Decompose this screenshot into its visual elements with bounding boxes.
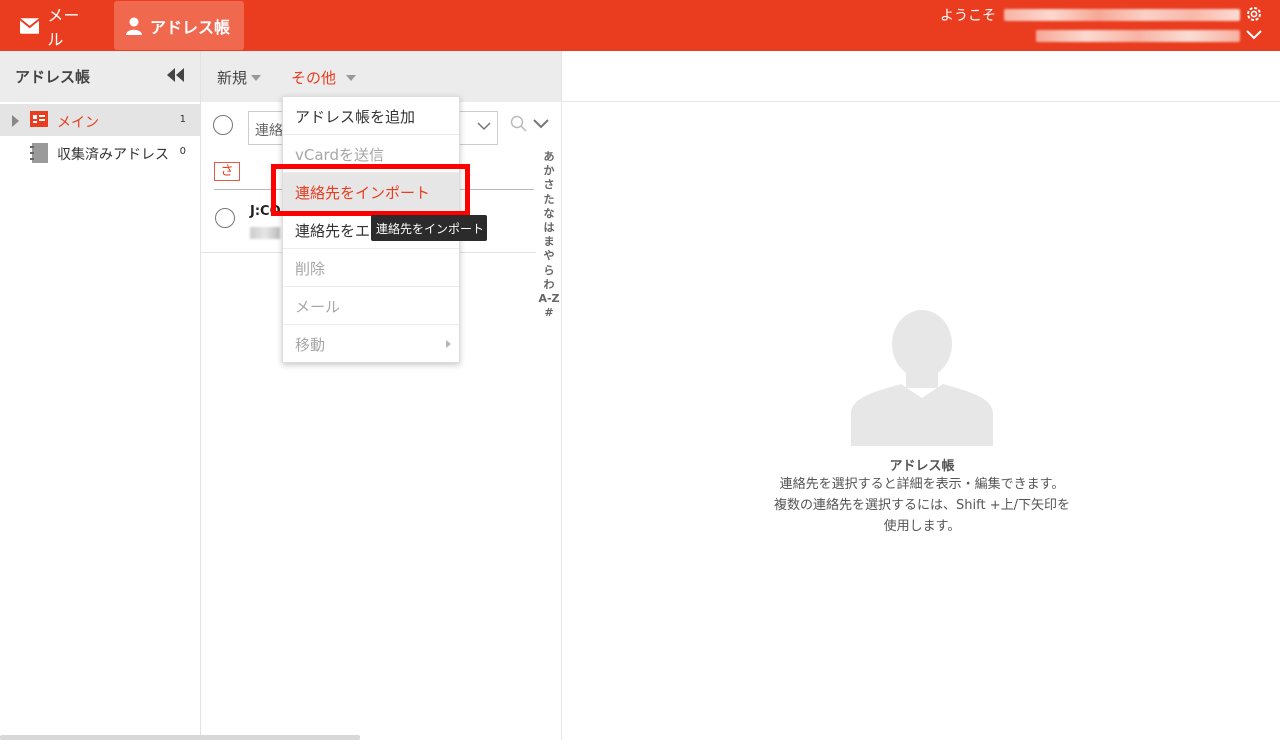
other-button[interactable]: その他 — [291, 67, 357, 88]
envelope-icon — [20, 17, 40, 34]
caret-down-icon — [346, 74, 357, 81]
welcome-text: ようこそ — [940, 5, 1240, 25]
alpha-index-item[interactable]: A-Z — [538, 292, 560, 306]
alpha-index-item[interactable]: ま — [538, 235, 560, 249]
sidebar-item-label: メイン — [57, 115, 99, 131]
menu-item-add-addressbook[interactable]: アドレス帳を追加 — [283, 97, 459, 135]
nav-mail-label: メール — [47, 5, 80, 49]
detail-empty-description: 連絡先を選択すると詳細を表示・編集できます。 複数の連絡先を選択するには、Shi… — [774, 477, 1070, 534]
person-icon — [126, 17, 142, 35]
nav-addressbook-label: アドレス帳 — [150, 17, 231, 37]
menu-item-label: 削除 — [295, 260, 326, 278]
other-button-label: その他 — [291, 69, 337, 87]
sidebar-item-main[interactable]: メイン 1 — [0, 104, 200, 136]
column-divider — [561, 51, 562, 740]
alpha-index-item[interactable]: # — [538, 306, 560, 320]
detail-header-divider — [562, 101, 1280, 102]
search-icon[interactable] — [510, 115, 528, 133]
nav-mail[interactable]: メール — [8, 1, 106, 50]
chevron-down-icon[interactable] — [1246, 30, 1262, 40]
alpha-index-item[interactable]: わ — [538, 278, 560, 292]
list-toolbar: 新規 その他 — [201, 51, 562, 102]
horizontal-scrollbar[interactable] — [0, 735, 360, 740]
sidebar: アドレス帳 メイン 1 収集済みアドレス 0 — [0, 51, 201, 740]
top-bar: メール アドレス帳 ようこそ — [0, 0, 1280, 51]
gear-icon[interactable] — [1246, 6, 1262, 22]
sidebar-header: アドレス帳 — [0, 51, 200, 102]
menu-item-label: vCardを送信 — [295, 146, 384, 164]
redacted-contact-email — [250, 227, 280, 239]
alpha-index-item[interactable]: や — [538, 249, 560, 263]
sidebar-item-count: 0 — [179, 146, 186, 157]
menu-item-label: アドレス帳を追加 — [295, 108, 416, 126]
person-silhouette-icon — [851, 310, 993, 446]
alpha-index-item[interactable]: な — [538, 207, 560, 221]
alpha-index-item[interactable]: ら — [538, 264, 560, 278]
alpha-index: あ か さ た な は ま や ら わ A-Z # — [538, 150, 560, 320]
address-book-icon — [30, 143, 48, 163]
tooltip: 連絡先をインポート — [371, 215, 487, 241]
nav-addressbook[interactable]: アドレス帳 — [114, 1, 244, 50]
contact-select-radio[interactable] — [215, 208, 235, 228]
alpha-index-item[interactable]: か — [538, 164, 560, 178]
sidebar-item-label: 収集済みアドレス — [57, 147, 169, 163]
alpha-index-item[interactable]: は — [538, 221, 560, 235]
menu-item-label: 連絡先をエ — [295, 222, 371, 240]
expand-triangle-icon[interactable] — [12, 115, 19, 127]
search-input-text: 連絡 — [255, 123, 283, 139]
detail-empty-title: アドレス帳 — [889, 459, 955, 474]
new-button[interactable]: 新規 — [217, 67, 262, 88]
new-button-label: 新規 — [217, 69, 248, 87]
sidebar-item-collected[interactable]: 収集済みアドレス 0 — [0, 136, 200, 168]
collapse-sidebar-icon[interactable] — [167, 68, 185, 82]
menu-item-mail: メール — [283, 287, 459, 325]
highlight-annotation-box — [271, 164, 470, 216]
menu-item-move: 移動 — [283, 325, 459, 363]
redacted-account — [1036, 30, 1240, 42]
menu-item-label: メール — [295, 298, 341, 316]
menu-item-delete: 削除 — [283, 249, 459, 287]
addressbook-card-icon — [30, 111, 48, 127]
submenu-arrow-icon — [446, 340, 451, 348]
caret-down-icon — [251, 74, 262, 81]
select-all-radio[interactable] — [213, 115, 233, 135]
redacted-username — [1004, 9, 1240, 21]
alpha-index-item[interactable]: さ — [538, 178, 560, 192]
sidebar-item-count: 1 — [179, 114, 186, 125]
alpha-index-item[interactable]: た — [538, 193, 560, 207]
welcome-label: ようこそ — [940, 8, 996, 24]
chevron-down-icon[interactable] — [533, 119, 549, 129]
alpha-index-item[interactable]: あ — [538, 150, 560, 164]
chevron-down-icon[interactable] — [477, 122, 491, 131]
letter-group-tag: さ — [214, 162, 240, 181]
sidebar-title: アドレス帳 — [15, 68, 91, 86]
menu-item-label: 移動 — [295, 336, 326, 354]
